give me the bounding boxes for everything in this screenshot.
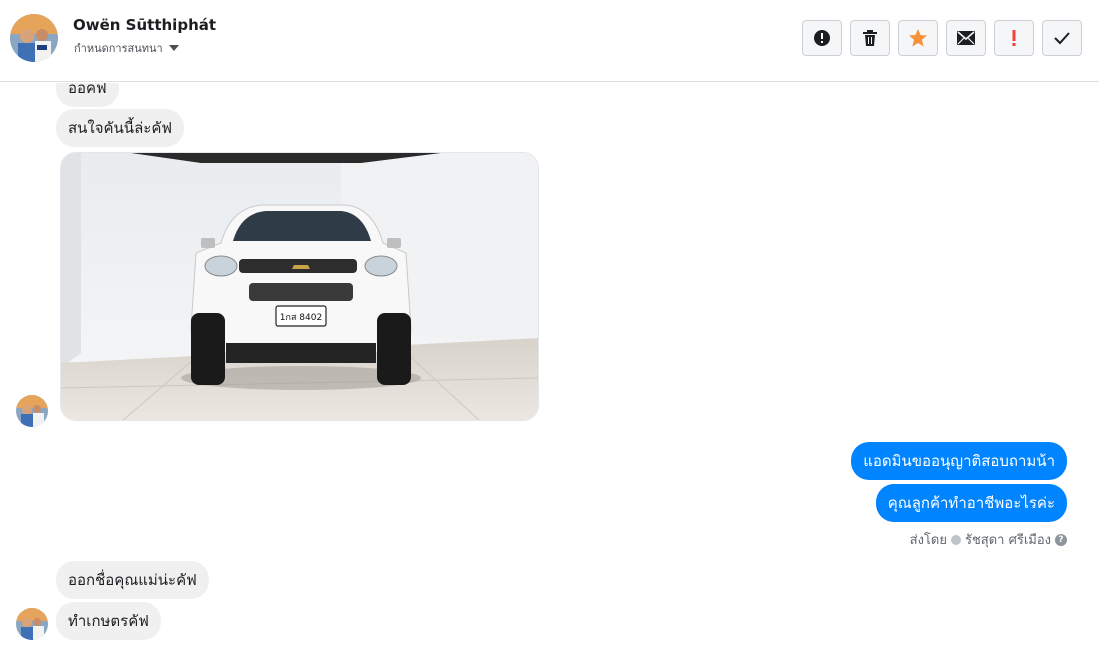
follow-up-button[interactable] [994,20,1034,56]
incoming-message[interactable]: ทำเกษตรคัฟ [56,602,161,640]
assign-label: กำหนดการสนทนา [74,42,163,55]
agent-status-icon [950,534,961,545]
help-icon[interactable]: ? [1055,533,1067,546]
outgoing-message[interactable]: แอดมินขออนุญาติสอบถามน้า [851,442,1067,480]
trash-icon [863,30,877,46]
exclamation-icon [1012,30,1016,46]
delete-button[interactable] [850,20,890,56]
mark-unread-button[interactable] [946,20,986,56]
conversation-assign-dropdown[interactable]: กำหนดการสนทนา [74,39,179,57]
check-icon [1054,32,1070,45]
caret-down-icon [168,45,179,51]
sender-avatar[interactable] [16,395,48,427]
sender-avatar[interactable] [16,608,48,640]
envelope-icon [957,31,975,45]
sent-by-label: ส่งโดย [909,533,947,548]
conversation-header: Owën Sūtthiphát กำหนดการสนทนา [0,0,1099,82]
star-icon [909,29,927,47]
spam-button[interactable] [802,20,842,56]
incoming-message[interactable]: ออกชื่อคุณแม่น่ะคัฟ [56,561,209,599]
outgoing-message[interactable]: คุณลูกค้าทำอาชีพอะไรค่ะ [875,484,1067,522]
message-thread[interactable]: ออคฟ สนใจคันนี้ล่ะคัฟ 1กส 8402 แอดมินขออ… [0,83,1099,659]
license-plate-text: 1กส 8402 [280,313,322,323]
sent-by-info: ส่งโดย รัชสุดา ศรีเมือง ? [910,529,1067,550]
contact-name[interactable]: Owën Sūtthiphát [73,16,216,34]
alert-circle-icon [814,30,830,46]
mark-done-button[interactable] [1042,20,1082,56]
agent-name: รัชสุดา ศรีเมือง [964,533,1051,548]
action-toolbar [802,20,1082,56]
star-button[interactable] [898,20,938,56]
car-photo-attachment[interactable]: 1กส 8402 [60,152,539,421]
incoming-message[interactable]: ออคฟ [56,83,119,107]
avatar[interactable] [10,14,58,62]
incoming-message[interactable]: สนใจคันนี้ล่ะคัฟ [56,109,184,147]
